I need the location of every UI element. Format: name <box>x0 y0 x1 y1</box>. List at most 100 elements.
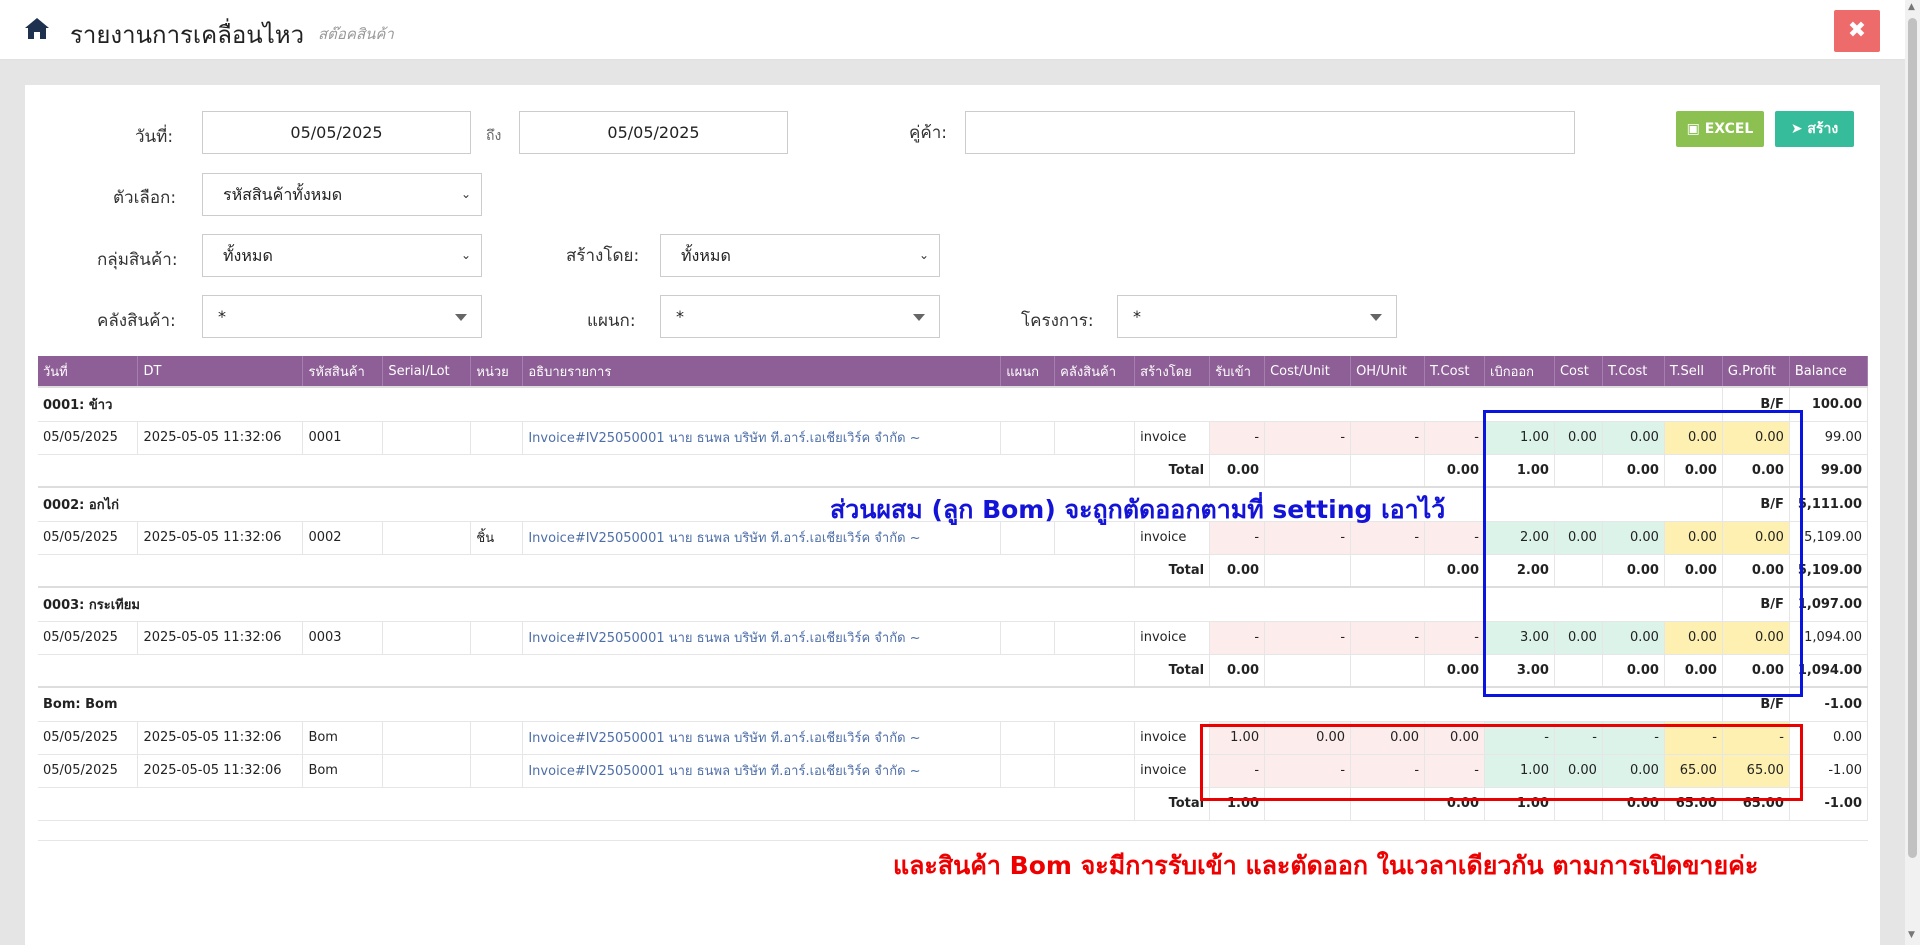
table-cell: - <box>1350 621 1426 655</box>
table-cell: - <box>1350 421 1426 455</box>
table-cell: invoice <box>1134 754 1211 788</box>
project-label: โครงการ: <box>1021 311 1094 331</box>
column-header: วันที่ <box>38 356 139 387</box>
column-header: G.Profit <box>1722 356 1790 387</box>
page-subtitle: สต๊อคสินค้า <box>318 25 394 43</box>
total-cell: 0.00 <box>1209 454 1266 488</box>
column-header: T.Sell <box>1664 356 1723 387</box>
date-to-label: ถึง <box>486 128 502 144</box>
product-group-value: ทั้งหมด <box>223 246 273 265</box>
department-select[interactable]: * <box>660 295 940 338</box>
invoice-link[interactable]: Invoice#IV25050001 นาย ธนพล บริษัท ที.อา… <box>522 721 1002 755</box>
table-cell: 05/05/2025 <box>38 421 139 455</box>
table-cell <box>470 754 524 788</box>
table-cell <box>382 721 472 755</box>
option-select-value: รหัสสินค้าทั้งหมด <box>223 185 343 204</box>
scroll-down-arrow-icon[interactable]: ▼ <box>1908 930 1915 940</box>
date-to-input[interactable]: 05/05/2025 <box>519 111 788 154</box>
dropdown-triangle-icon <box>455 314 467 321</box>
table-cell: 05/05/2025 <box>38 621 139 655</box>
column-header: รับเข้า <box>1209 356 1266 387</box>
scrollbar[interactable]: ▲ ▼ <box>1905 0 1920 945</box>
group-name: 0003: กระเทียม <box>38 586 1723 622</box>
partner-input[interactable] <box>965 111 1575 154</box>
chevron-down-icon: ⌄ <box>460 248 471 262</box>
paper-plane-icon: ➤ <box>1790 121 1808 137</box>
warehouse-value: * <box>218 307 226 326</box>
excel-file-icon: ▣ <box>1686 121 1705 137</box>
group-name: 0001: ข้าว <box>38 386 1723 422</box>
warehouse-select[interactable]: * <box>202 295 482 338</box>
dropdown-triangle-icon <box>913 314 925 321</box>
total-cell <box>1350 554 1426 588</box>
table-cell <box>470 421 524 455</box>
table-cell: Bom <box>302 754 384 788</box>
column-header: DT <box>137 356 304 387</box>
table-cell: 2025-05-05 11:32:06 <box>137 521 304 555</box>
created-by-select[interactable]: ทั้งหมด ⌄ <box>660 234 940 277</box>
table-cell: - <box>1264 421 1352 455</box>
table-cell <box>1054 754 1136 788</box>
table-cell: 05/05/2025 <box>38 754 139 788</box>
created-by-label: สร้างโดย: <box>566 246 640 266</box>
total-spacer <box>38 554 1136 588</box>
page-title: รายงานการเคลื่อนไหว <box>70 21 305 49</box>
group-name: Bom: Bom <box>38 686 1723 722</box>
close-button[interactable]: ✖ <box>1834 10 1880 52</box>
total-cell <box>1264 654 1352 688</box>
invoice-link[interactable]: Invoice#IV25050001 นาย ธนพล บริษัท ที.อา… <box>522 421 1002 455</box>
table-cell: ชิ้น <box>470 521 524 555</box>
total-spacer <box>38 454 1136 488</box>
project-select[interactable]: * <box>1117 295 1397 338</box>
table-cell: 2025-05-05 11:32:06 <box>137 621 304 655</box>
table-cell: 05/05/2025 <box>38 521 139 555</box>
column-header: คลังสินค้า <box>1054 356 1136 387</box>
table-cell: - <box>1424 621 1485 655</box>
total-label: Total <box>1134 554 1211 588</box>
total-spacer <box>38 787 1136 821</box>
option-select[interactable]: รหัสสินค้าทั้งหมด ⌄ <box>202 173 482 216</box>
blue-highlight-box <box>1483 410 1803 697</box>
home-icon[interactable] <box>24 16 50 40</box>
department-label: แผนก: <box>587 311 636 331</box>
create-button[interactable]: ➤ สร้าง <box>1775 111 1854 147</box>
excel-button[interactable]: ▣ EXCEL <box>1676 111 1764 147</box>
table-cell <box>382 521 472 555</box>
column-header: OH/Unit <box>1350 356 1426 387</box>
date-from-input[interactable]: 05/05/2025 <box>202 111 471 154</box>
column-header: Balance <box>1789 356 1869 387</box>
table-cell <box>1000 621 1056 655</box>
table-cell <box>1054 721 1136 755</box>
created-by-value: ทั้งหมด <box>681 246 731 265</box>
column-header: สร้างโดย <box>1134 356 1211 387</box>
invoice-link[interactable]: Invoice#IV25050001 นาย ธนพล บริษัท ที.อา… <box>522 754 1002 788</box>
date-label: วันที่: <box>135 127 174 147</box>
table-cell: 0003 <box>302 621 384 655</box>
total-cell <box>1264 554 1352 588</box>
invoice-link[interactable]: Invoice#IV25050001 นาย ธนพล บริษัท ที.อา… <box>522 621 1002 655</box>
option-label: ตัวเลือก: <box>113 188 177 208</box>
column-header: T.Cost <box>1602 356 1665 387</box>
column-header: แผนก <box>1000 356 1056 387</box>
product-group-select[interactable]: ทั้งหมด ⌄ <box>202 234 482 277</box>
scrollbar-thumb[interactable] <box>1908 18 1917 858</box>
table-cell: 0002 <box>302 521 384 555</box>
column-header: รหัสสินค้า <box>302 356 384 387</box>
column-header: T.Cost <box>1424 356 1485 387</box>
scroll-up-arrow-icon[interactable]: ▲ <box>1908 2 1915 12</box>
table-cell <box>382 754 472 788</box>
table-cell: 05/05/2025 <box>38 721 139 755</box>
total-cell <box>1350 454 1426 488</box>
department-value: * <box>676 307 684 326</box>
total-cell <box>1350 654 1426 688</box>
total-cell: 0.00 <box>1424 454 1485 488</box>
annotation-red-note: และสินค้า Bom จะมีการรับเข้า และตัดออก ใ… <box>893 851 1759 880</box>
column-header: อธิบายรายการ <box>522 356 1002 387</box>
table-cell <box>1000 754 1056 788</box>
column-header: Cost <box>1554 356 1603 387</box>
table-cell <box>470 621 524 655</box>
project-value: * <box>1133 307 1141 326</box>
top-bar: รายงานการเคลื่อนไหว สต๊อคสินค้า ✖ <box>0 0 1905 60</box>
table-cell: invoice <box>1134 721 1211 755</box>
table-cell <box>382 621 472 655</box>
